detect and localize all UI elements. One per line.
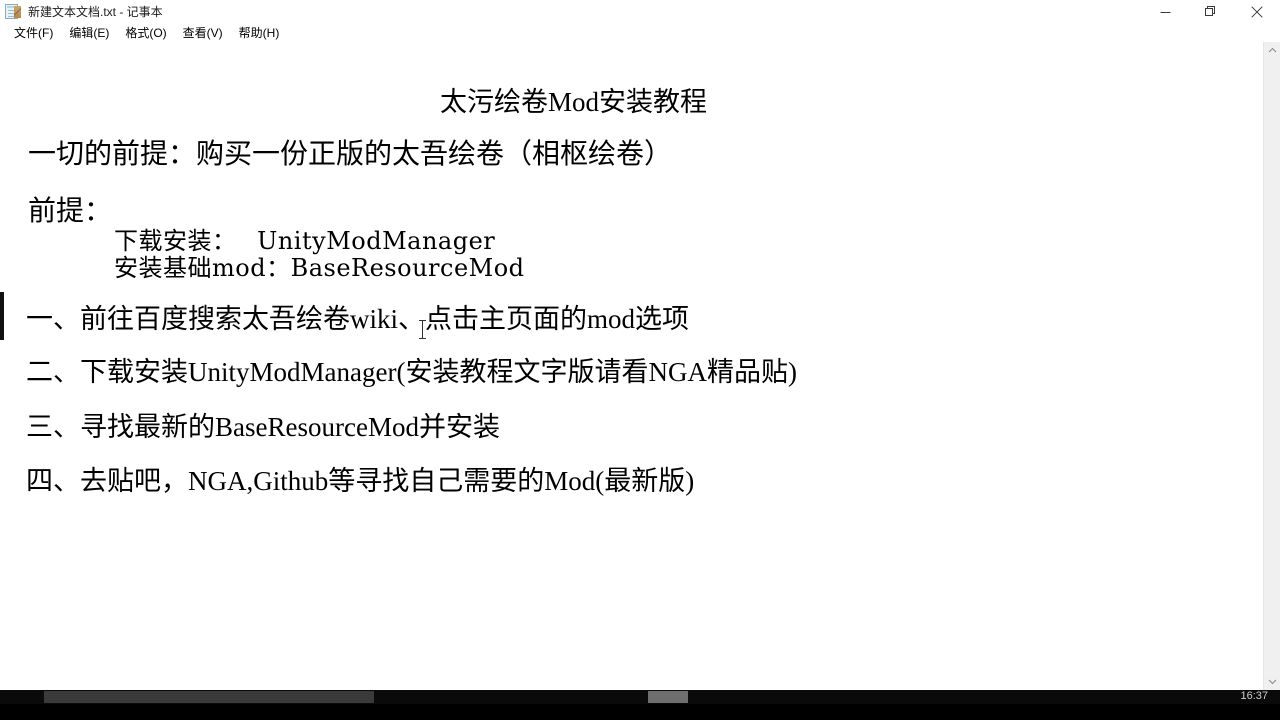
- chevron-down-icon: [1268, 678, 1277, 685]
- scroll-up-button[interactable]: [1264, 42, 1280, 59]
- document-step-2: 二、下载安装UnityModManager(安装教程文字版请看NGA精品贴): [26, 357, 797, 387]
- menu-item-help[interactable]: 帮助(H): [231, 24, 288, 42]
- taskbar-clock[interactable]: 16:37: [1240, 690, 1268, 699]
- window-controls: [1142, 0, 1280, 24]
- taskbar-item-group[interactable]: [44, 691, 374, 703]
- vertical-scrollbar[interactable]: [1263, 42, 1280, 690]
- document-step-3: 三、寻找最新的BaseResourceMod并安装: [26, 412, 500, 442]
- restore-icon: [1205, 6, 1217, 18]
- close-icon: [1251, 6, 1263, 18]
- close-button[interactable]: [1234, 0, 1280, 24]
- text-caret: [0, 292, 4, 340]
- document-premise-line: 一切的前提：购买一份正版的太吾绘卷（相枢绘卷）: [28, 139, 673, 170]
- menu-item-format[interactable]: 格式(O): [117, 24, 174, 42]
- window-title: 新建文本文档.txt - 记事本: [28, 5, 163, 19]
- document-step-1: 一、前往百度搜索太吾绘卷wiki、点击主页面的mod选项: [26, 304, 690, 334]
- scrollbar-track[interactable]: [1263, 59, 1280, 673]
- document-prereq-line-2: 安装基础mod：BaseResourceMod: [114, 254, 525, 282]
- taskbar[interactable]: 16:37: [0, 690, 1280, 720]
- restore-button[interactable]: [1188, 0, 1234, 24]
- notepad-document-icon: [5, 4, 21, 20]
- menu-bar: 文件(F) 编辑(E) 格式(O) 查看(V) 帮助(H): [0, 24, 1280, 42]
- document-step-4: 四、去贴吧，NGA,Github等寻找自己需要的Mod(最新版): [26, 466, 695, 496]
- scroll-down-button[interactable]: [1264, 673, 1280, 690]
- menu-item-edit[interactable]: 编辑(E): [61, 24, 117, 42]
- taskbar-item-active[interactable]: [648, 691, 688, 703]
- document-prereq-heading: 前提：: [28, 196, 113, 227]
- document-title-line: 太污绘卷Mod安装教程: [440, 87, 708, 117]
- ibeam-mouse-cursor: [418, 319, 427, 341]
- editor-area: 太污绘卷Mod安装教程 一切的前提：购买一份正版的太吾绘卷（相枢绘卷） 前提： …: [0, 42, 1280, 690]
- minimize-icon: [1160, 7, 1171, 18]
- menu-item-view[interactable]: 查看(V): [175, 24, 231, 42]
- notepad-window: 新建文本文档.txt - 记事本 文件(F) 编辑(E) 格式(O) 查看(V)…: [0, 0, 1280, 690]
- minimize-button[interactable]: [1142, 0, 1188, 24]
- text-editor[interactable]: 太污绘卷Mod安装教程 一切的前提：购买一份正版的太吾绘卷（相枢绘卷） 前提： …: [0, 42, 1263, 690]
- chevron-up-icon: [1268, 47, 1277, 54]
- title-bar[interactable]: 新建文本文档.txt - 记事本: [0, 0, 1280, 24]
- screen: 新建文本文档.txt - 记事本 文件(F) 编辑(E) 格式(O) 查看(V)…: [0, 0, 1280, 720]
- menu-item-file[interactable]: 文件(F): [6, 24, 61, 42]
- taskbar-strip: 16:37: [0, 690, 1280, 704]
